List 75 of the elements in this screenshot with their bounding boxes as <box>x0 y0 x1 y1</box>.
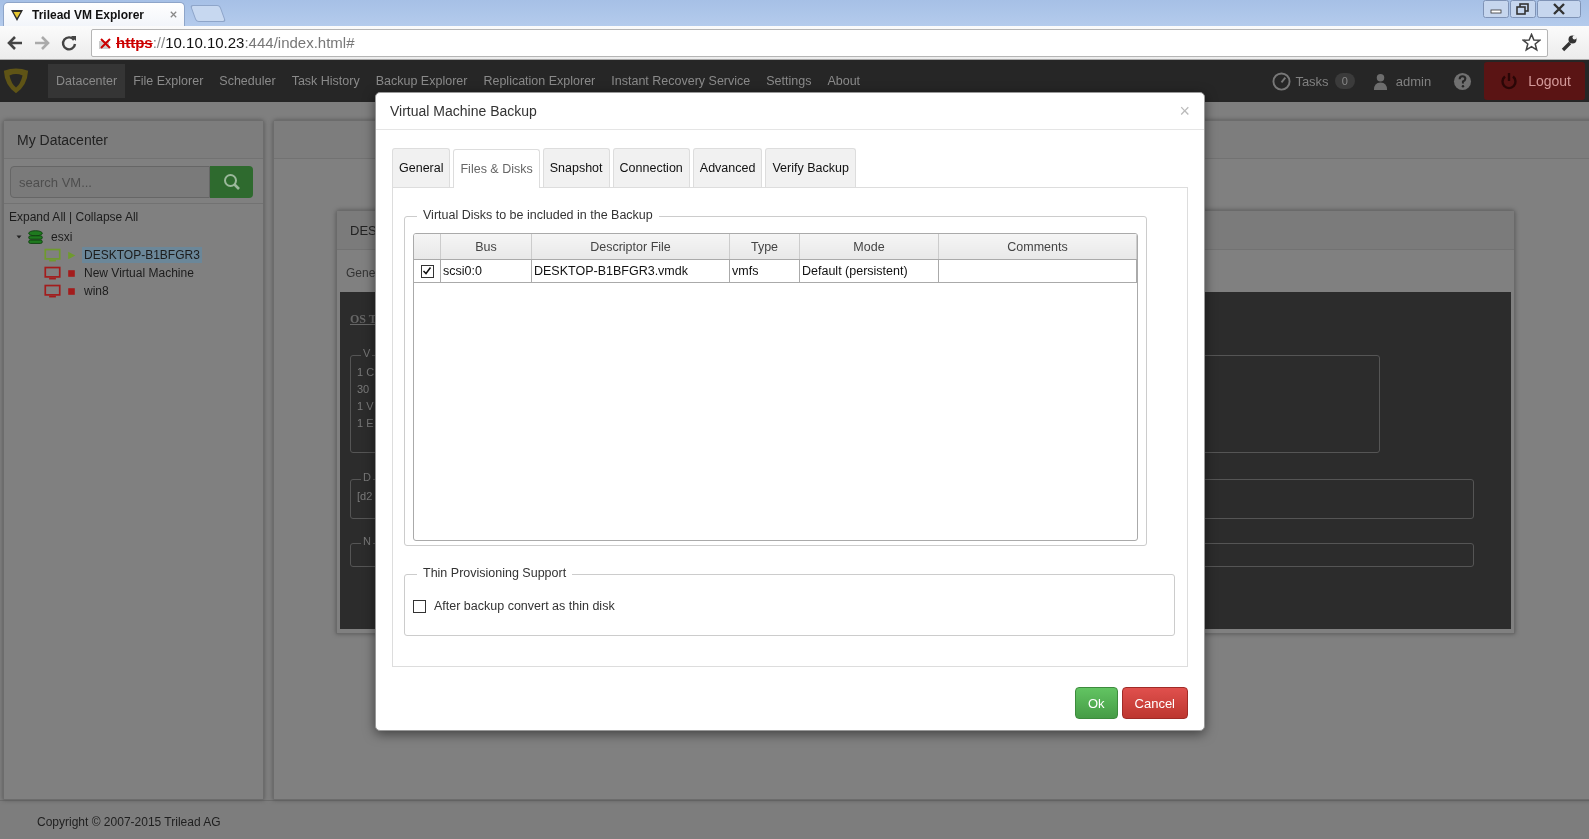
column-header[interactable]: Mode <box>799 234 939 260</box>
expand-all-link[interactable]: Expand All <box>9 210 66 224</box>
tree-item[interactable]: win8 <box>82 283 111 299</box>
cancel-button[interactable]: Cancel <box>1121 687 1188 719</box>
column-header[interactable]: Comments <box>938 234 1137 260</box>
table-cell: DESKTOP-B1BFGR3.vmdk <box>531 259 730 283</box>
column-header[interactable]: Descriptor File <box>531 234 730 260</box>
checkmark-icon <box>421 266 432 277</box>
checkbox[interactable] <box>413 599 426 613</box>
user-icon <box>1372 72 1388 90</box>
user-menu[interactable]: admin <box>1395 73 1432 89</box>
column-header[interactable]: Bus <box>440 234 532 260</box>
tree-item[interactable]: New Virtual Machine <box>82 265 196 281</box>
star-icon[interactable] <box>1522 33 1541 52</box>
close-tab-icon[interactable] <box>169 10 178 19</box>
shield-logo-icon <box>10 7 24 22</box>
url-host: 10.10.10.23 <box>165 34 245 51</box>
search-icon <box>222 173 241 191</box>
dashboard-icon <box>1272 71 1292 91</box>
help-icon[interactable] <box>1453 71 1473 91</box>
table-cell: scsi0:0 <box>440 259 532 283</box>
monitor-icon <box>44 246 61 264</box>
address-bar[interactable]: https://10.10.10.23:444/index.html# <box>91 28 1548 57</box>
info-text: 1 E <box>357 416 374 431</box>
link-separator: | <box>69 210 73 224</box>
group-legend: N <box>361 535 373 547</box>
checkbox[interactable] <box>420 265 434 279</box>
logout-button[interactable]: Logout <box>1484 62 1585 100</box>
info-text: 30 <box>357 382 370 397</box>
group-legend: Thin Provisioning Support <box>417 566 573 580</box>
browser-tab[interactable]: Trilead VM Explorer <box>3 2 185 26</box>
broken-lock-icon <box>98 35 112 50</box>
search-button[interactable] <box>210 166 253 198</box>
copyright-text: Copyright © 2007-2015 Trilead AG <box>37 814 221 829</box>
tab[interactable]: Connection <box>612 148 690 187</box>
group-legend: V <box>361 347 373 359</box>
tab[interactable]: Files & Disks <box>453 149 540 188</box>
tab[interactable]: Advanced <box>692 148 763 187</box>
panel-title: My Datacenter <box>17 131 109 148</box>
group-legend: D <box>361 471 373 483</box>
back-icon[interactable] <box>6 33 24 52</box>
dialog-title: Virtual Machine Backup <box>390 103 537 119</box>
url-separator: :// <box>152 34 166 51</box>
server-stack-icon <box>27 228 44 246</box>
tab[interactable]: Snapshot <box>542 148 610 187</box>
monitor-icon <box>44 282 61 300</box>
url-scheme: https <box>116 34 153 51</box>
nav-item[interactable]: Scheduler <box>211 64 284 98</box>
checkbox-label[interactable]: After backup convert as thin disk <box>434 599 615 613</box>
tree-item[interactable]: DESKTOP-B1BFGR3 <box>82 247 202 263</box>
tree-item[interactable]: esxi <box>49 229 75 245</box>
info-text: 1 V <box>357 399 374 414</box>
nav-item[interactable]: Datacenter <box>48 64 126 98</box>
tasks-count: 0 <box>1334 73 1355 89</box>
table-cell: Default (persistent) <box>799 259 939 283</box>
info-text: [d2 <box>357 489 373 504</box>
tab[interactable]: Verify Backup <box>765 148 856 187</box>
collapse-all-link[interactable]: Collapse All <box>75 210 139 224</box>
wrench-icon[interactable] <box>1560 33 1578 52</box>
table-cell: vmfs <box>729 259 800 283</box>
tasks-link[interactable]: Tasks <box>1295 73 1329 89</box>
tab[interactable]: General <box>392 148 451 187</box>
panel-title: DES <box>350 222 377 238</box>
column-header[interactable]: Type <box>729 234 800 260</box>
restore-icon[interactable] <box>1510 0 1536 18</box>
close-icon[interactable] <box>1537 0 1581 18</box>
reload-icon[interactable] <box>60 33 78 52</box>
url-path: :444/index.html# <box>244 34 355 51</box>
info-text: 1 C <box>357 365 375 380</box>
monitor-icon <box>44 264 61 282</box>
nav-item[interactable]: Task History <box>283 64 368 98</box>
group-legend: Virtual Disks to be included in the Backup <box>417 208 659 222</box>
power-icon <box>1500 72 1519 90</box>
nav-item[interactable]: File Explorer <box>125 64 212 98</box>
ok-button[interactable]: Ok <box>1074 687 1118 719</box>
